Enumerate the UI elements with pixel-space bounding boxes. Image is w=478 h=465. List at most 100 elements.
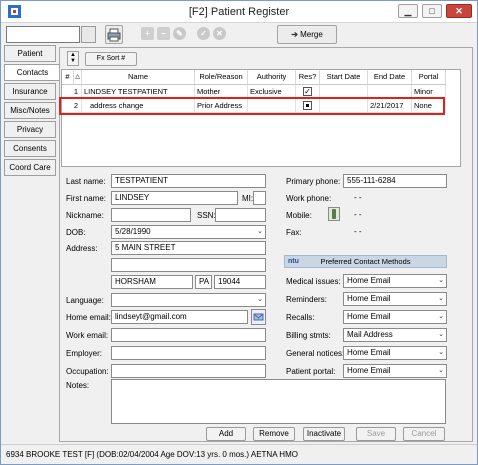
chevron-down-icon: ⌄ (438, 349, 444, 356)
address-line1-field[interactable]: 5 MAIN STREET (111, 241, 266, 255)
remove-minus-icon[interactable]: − (157, 27, 170, 40)
occupation-field[interactable] (111, 364, 266, 378)
dob-field[interactable]: 5/28/1990 ⌄ (111, 225, 266, 239)
save-button[interactable]: Save (356, 427, 396, 441)
notes-textarea[interactable] (111, 379, 446, 424)
add-button[interactable]: Add (206, 427, 246, 441)
notes-label: Notes: (66, 381, 90, 390)
middle-initial-field[interactable] (253, 191, 266, 205)
tab-privacy[interactable]: Privacy (4, 121, 56, 138)
employer-label: Employer: (66, 349, 103, 358)
fax-label: Fax: (286, 228, 302, 237)
status-text: 6934 BROOKE TEST [F] (DOB:02/04/2004 Age… (6, 450, 298, 459)
column-header-authority[interactable]: Authority (248, 70, 296, 85)
column-header-name[interactable]: Name (82, 70, 195, 85)
fax-field[interactable]: - - (343, 225, 447, 239)
merge-label: Merge (300, 30, 323, 39)
merge-arrow-icon: ➔ (291, 30, 298, 39)
column-header-start-date[interactable]: Start Date (320, 70, 368, 85)
pref-select-billing[interactable]: Mail Address ⌄ (343, 328, 447, 342)
dob-label: DOB: (66, 228, 86, 237)
tab-misc-notes[interactable]: Misc/Notes (4, 102, 56, 119)
ntu-logo-icon: ntu (288, 258, 299, 265)
nickname-field[interactable] (111, 208, 191, 222)
close-button[interactable]: ✕ (446, 4, 472, 18)
tab-patient[interactable]: Patient (4, 45, 56, 62)
last-name-label: Last name: (66, 177, 106, 186)
pref-select-portal[interactable]: Home Email ⌄ (343, 364, 447, 378)
sort-order-spinner[interactable]: ▲ ▼ (67, 51, 79, 66)
city-field[interactable]: HORSHAM (111, 275, 193, 289)
pref-select-reminders[interactable]: Home Email ⌄ (343, 292, 447, 306)
sort-indicator-icon: △ (74, 70, 82, 85)
language-select[interactable]: ⌄ (111, 293, 266, 307)
cancel-x-icon[interactable]: ✕ (213, 27, 226, 40)
language-label: Language: (66, 296, 104, 305)
mi-label: MI: (242, 194, 254, 203)
dob-dropdown-icon[interactable]: ⌄ (257, 226, 263, 238)
patient-lookup-input[interactable] (6, 26, 80, 43)
pref-value-billing: Mail Address (347, 330, 393, 339)
pref-value-medical: Home Email (347, 276, 391, 285)
column-header-role[interactable]: Role/Reason (195, 70, 248, 85)
chevron-down-icon: ⌄ (438, 313, 444, 320)
edit-pencil-icon[interactable]: ✎ (173, 27, 186, 40)
chevron-down-icon: ⌄ (438, 295, 444, 302)
occupation-label: Occupation: (66, 367, 109, 376)
address-line2-field[interactable] (111, 258, 266, 272)
pref-label-recalls: Recalls: (286, 313, 315, 322)
address-label: Address: (66, 244, 98, 253)
tab-insurance[interactable]: Insurance (4, 83, 56, 100)
pref-select-recalls[interactable]: Home Email ⌄ (343, 310, 447, 324)
pref-value-reminders: Home Email (347, 294, 391, 303)
work-email-field[interactable] (111, 328, 266, 342)
inactivate-button[interactable]: Inactivate (303, 427, 345, 441)
primary-phone-field[interactable]: 555-111-6284 (343, 174, 447, 188)
email-compose-icon[interactable] (251, 309, 266, 325)
home-email-label: Home email: (66, 313, 111, 322)
ssn-field[interactable] (215, 208, 266, 222)
employer-field[interactable] (111, 346, 266, 360)
first-name-field[interactable]: LINDSEY (111, 191, 238, 205)
zip-field[interactable]: 19044 (214, 275, 266, 289)
column-header-res[interactable]: Res? (296, 70, 320, 85)
language-dropdown-icon[interactable]: ⌄ (257, 294, 263, 306)
preferred-contact-title: Preferred Contact Methods (320, 257, 411, 266)
nickname-label: Nickname: (66, 211, 104, 220)
printer-icon (107, 28, 121, 42)
home-email-field[interactable]: lindseyt@gmail.com (111, 310, 248, 324)
ssn-label: SSN: (197, 211, 216, 220)
minimize-button[interactable]: ▁ (398, 4, 418, 18)
pref-value-recalls: Home Email (347, 312, 391, 321)
tab-coord-care[interactable]: Coord Care (4, 159, 56, 176)
column-header-portal[interactable]: Portal (412, 70, 446, 85)
selected-row-highlight (59, 97, 445, 115)
pref-label-portal: Patient portal: (286, 367, 336, 376)
column-header-number[interactable]: # (62, 70, 74, 85)
mobile-label: Mobile: (286, 211, 312, 220)
pref-select-general[interactable]: Home Email ⌄ (343, 346, 447, 360)
res-checkbox-checked[interactable]: ✓ (303, 87, 312, 96)
column-header-end-date[interactable]: End Date (368, 70, 412, 85)
dob-value: 5/28/1990 (115, 227, 151, 236)
mobile-field[interactable]: - - (343, 208, 447, 222)
remove-button[interactable]: Remove (253, 427, 295, 441)
merge-button[interactable]: ➔ Merge (277, 25, 337, 44)
last-name-field[interactable]: TESTPATIENT (111, 174, 266, 188)
mobile-phone-icon[interactable] (328, 207, 340, 221)
tab-contacts[interactable]: Contacts (4, 64, 60, 81)
maximize-button[interactable]: □ (422, 4, 442, 18)
tab-consents[interactable]: Consents (4, 140, 56, 157)
work-phone-label: Work phone: (286, 194, 332, 203)
add-plus-icon[interactable]: + (141, 27, 154, 40)
work-phone-field[interactable]: - - (343, 191, 447, 205)
lookup-dropdown-button[interactable] (81, 26, 96, 43)
work-email-label: Work email: (66, 331, 109, 340)
check-icon[interactable]: ✓ (197, 27, 210, 40)
print-button[interactable] (105, 25, 123, 44)
fix-sort-button[interactable]: Fx Sort # (85, 52, 137, 66)
state-field[interactable]: PA (195, 275, 212, 289)
chevron-down-icon: ⌄ (438, 367, 444, 374)
cancel-button[interactable]: Cancel (403, 427, 445, 441)
pref-select-medical[interactable]: Home Email ⌄ (343, 274, 447, 288)
